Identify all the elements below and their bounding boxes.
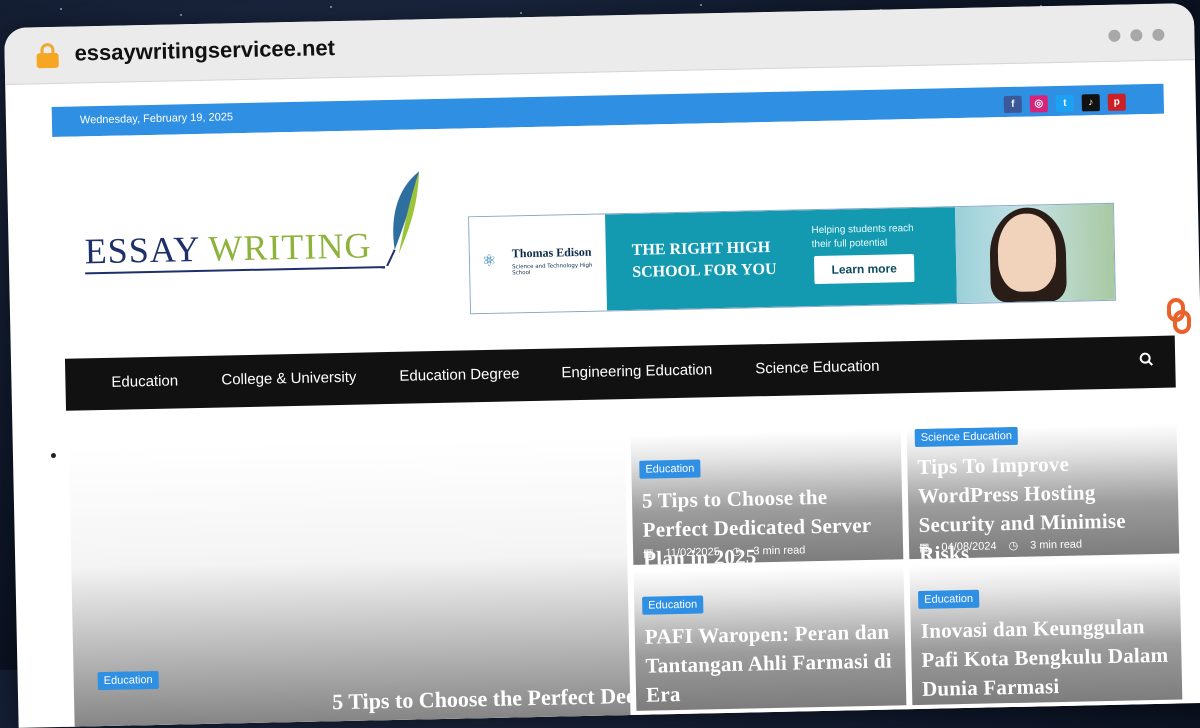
watermark: GUESTPOSTLINKS xyxy=(1162,50,1196,360)
window-controls xyxy=(1098,26,1165,46)
featured-post[interactable]: Education 5 Tips to Choose the Perfect D… xyxy=(68,435,883,728)
pinterest-icon[interactable]: p xyxy=(1107,93,1126,111)
ad-subtext-line: Helping students reach xyxy=(811,222,914,237)
web-page: Wednesday, February 19, 2025 f ◎ t ♪ p ESSAY… xyxy=(50,83,1183,728)
lock-icon xyxy=(36,42,59,69)
post-card[interactable]: Education PAFI Waropen: Peran dan Tantan… xyxy=(633,565,907,711)
advertisement-banner[interactable]: ⚛ Thomas Edison Science and Technology H… xyxy=(468,202,1116,315)
read-time: 3 min read xyxy=(1030,538,1083,552)
category-tag[interactable]: Education xyxy=(642,595,704,615)
post-card[interactable]: Science Education Tips To Improve WordPr… xyxy=(906,423,1180,560)
ad-subtext-line: their full potential xyxy=(811,237,888,251)
ad-headline-line: THE RIGHT HIGH xyxy=(631,239,771,259)
post-title[interactable]: Inovasi dan Keunggulan Pafi Kota Bengkul… xyxy=(921,612,1179,704)
logo-text-writing: WRITING xyxy=(207,225,372,269)
facebook-icon[interactable]: f xyxy=(1003,95,1022,114)
nav-item-education[interactable]: Education xyxy=(111,372,178,390)
category-tag[interactable]: Education xyxy=(639,459,701,479)
url-text[interactable]: essaywritingservicee.net xyxy=(74,35,335,66)
nav-item-science-education[interactable]: Science Education xyxy=(755,358,880,378)
ad-photo xyxy=(954,203,1115,304)
molecule-icon: ⚛ xyxy=(481,250,497,271)
ad-headline: THE RIGHT HIGH SCHOOL FOR YOU xyxy=(632,237,777,284)
read-time: 3 min read xyxy=(753,544,806,558)
quill-icon xyxy=(386,171,420,267)
post-title[interactable]: PAFI Waropen: Peran dan Tantangan Ahli F… xyxy=(645,617,903,709)
ad-subtext: Helping students reach their full potent… xyxy=(811,222,914,252)
clock-icon: ◷ xyxy=(731,545,742,558)
post-card[interactable]: Education Inovasi dan Keunggulan Pafi Ko… xyxy=(909,559,1183,706)
list-bullet xyxy=(50,453,57,459)
twitter-icon[interactable]: t xyxy=(1055,94,1074,112)
post-date: 11/02/2025 xyxy=(665,546,720,560)
logo-text-essay: ESSAY xyxy=(84,228,209,272)
ad-headline-line: SCHOOL FOR YOU xyxy=(632,260,777,281)
site-header: ESSAY WRITING ⚛ Thomas Edison Science an… xyxy=(52,113,1169,359)
instagram-icon[interactable]: ◎ xyxy=(1029,95,1048,113)
post-date: 04/08/2024 xyxy=(941,540,997,554)
category-tag[interactable]: Education xyxy=(97,670,159,691)
window-dot-icon[interactable] xyxy=(1130,29,1143,42)
ad-school-name: Thomas Edison xyxy=(511,244,592,261)
calendar-icon: ▦ xyxy=(918,541,930,554)
search-icon[interactable] xyxy=(1139,352,1154,366)
current-date: Wednesday, February 19, 2025 xyxy=(79,111,234,127)
learn-more-button[interactable]: Learn more xyxy=(813,253,915,285)
site-logo[interactable]: ESSAY WRITING xyxy=(84,224,386,275)
social-links: f ◎ t ♪ p xyxy=(996,90,1126,114)
tiktok-icon[interactable]: ♪ xyxy=(1081,94,1100,112)
calendar-icon: ▦ xyxy=(643,547,654,560)
nav-item-college-university[interactable]: College & University xyxy=(221,369,356,389)
category-tag[interactable]: Science Education xyxy=(914,426,1019,448)
link-icon xyxy=(1167,298,1191,334)
ad-school-sub: Science and Technology High School xyxy=(512,262,593,277)
nav-item-education-degree[interactable]: Education Degree xyxy=(399,365,519,385)
post-card[interactable]: Education 5 Tips to Choose the Perfect D… xyxy=(630,429,904,565)
window-dot-icon[interactable] xyxy=(1108,29,1121,42)
browser-window: essaywritingservicee.net Wednesday, Febr… xyxy=(4,3,1200,728)
address-bar[interactable]: essaywritingservicee.net xyxy=(4,3,1195,85)
category-tag[interactable]: Education xyxy=(917,589,980,609)
window-dot-icon[interactable] xyxy=(1152,28,1165,41)
clock-icon: ◷ xyxy=(1008,539,1019,553)
nav-item-engineering-education[interactable]: Engineering Education xyxy=(561,361,712,381)
